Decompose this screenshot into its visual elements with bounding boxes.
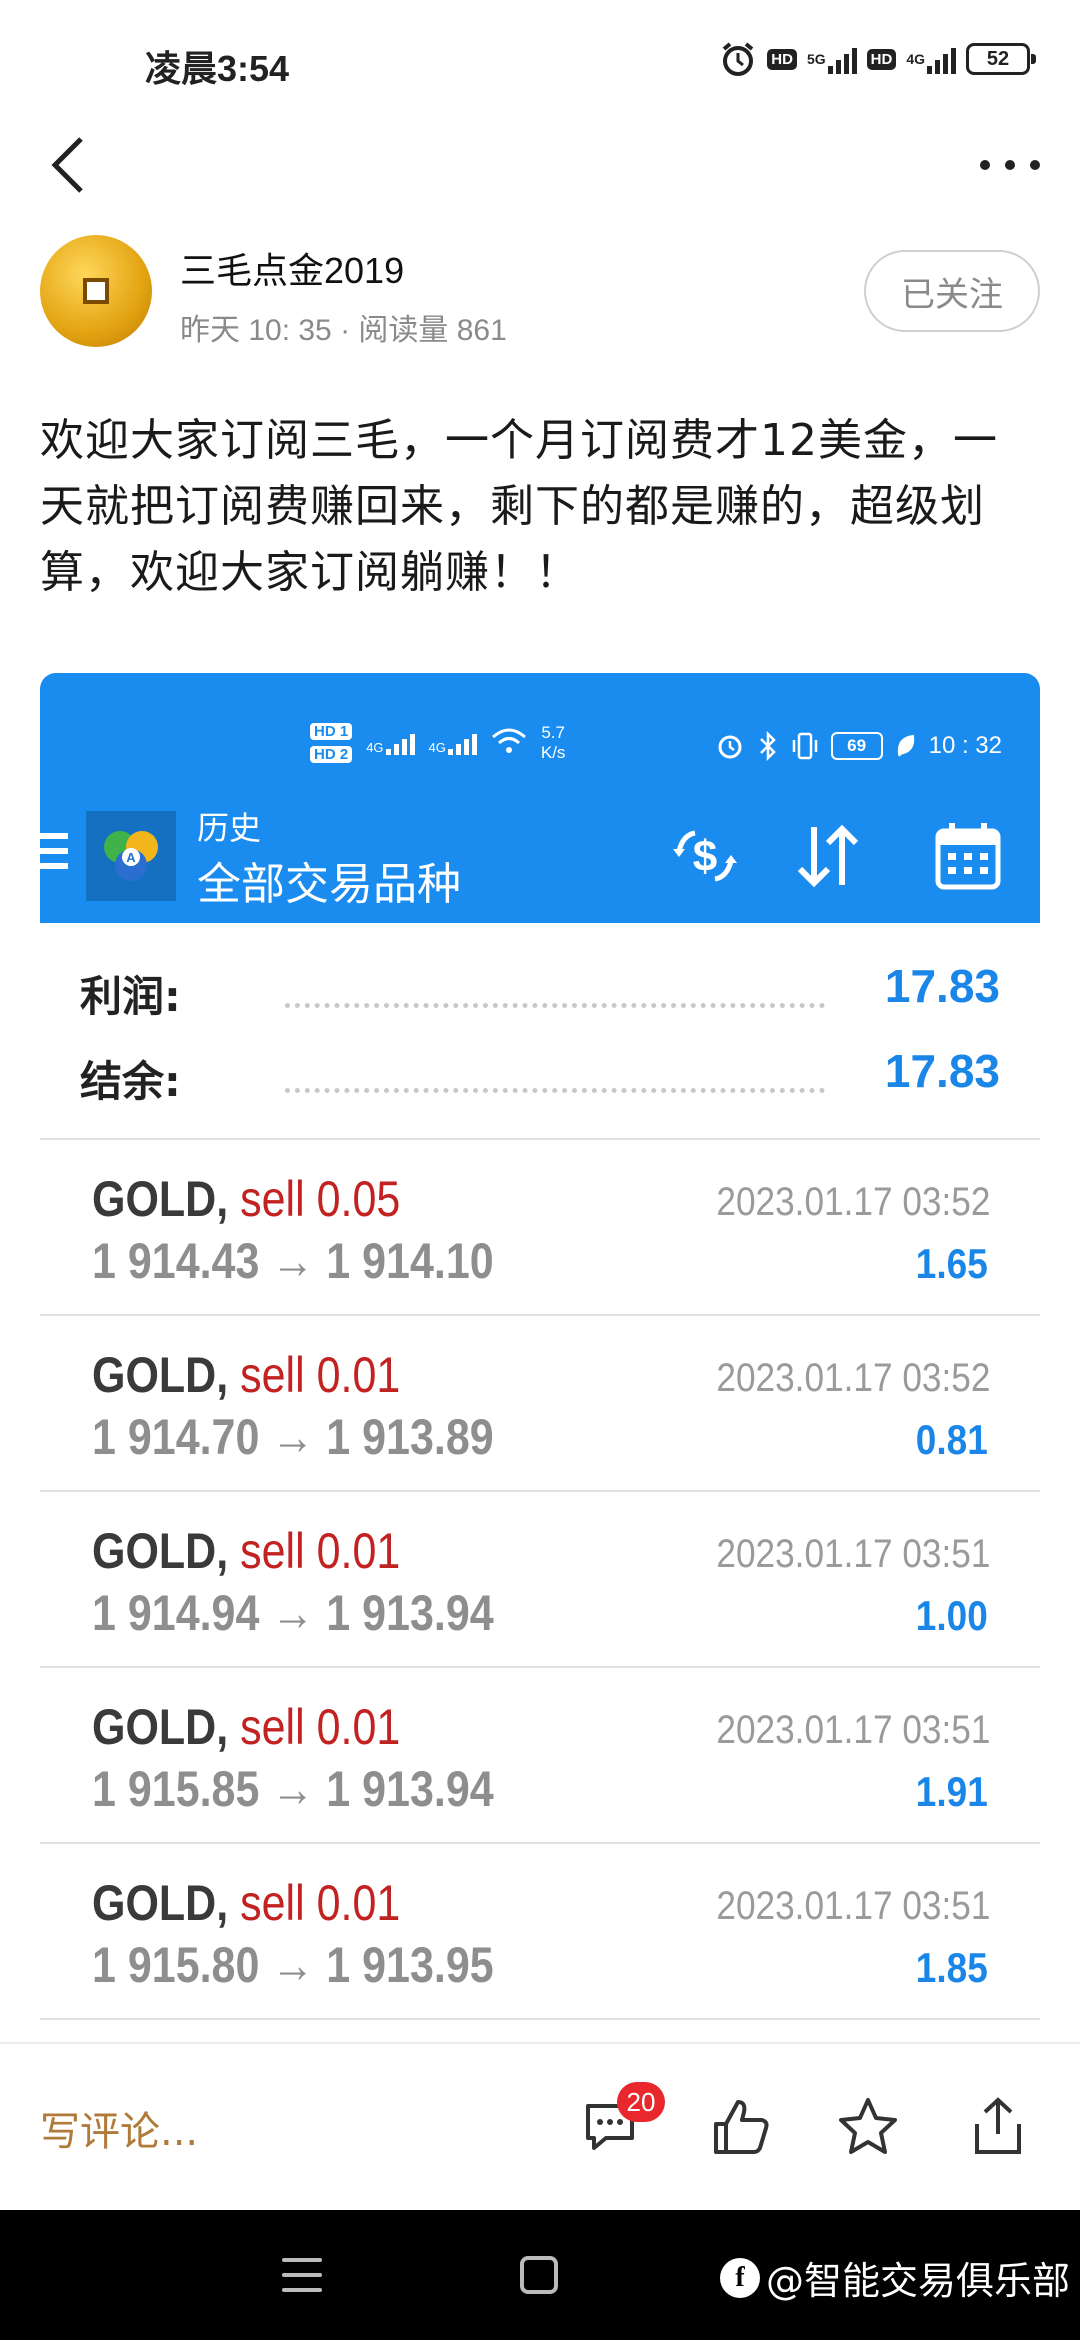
trade-row[interactable]: GOLD, sell 0.01 1 914.70 → 1 913.89 2023… <box>40 1314 1040 1490</box>
alarm-icon <box>719 40 757 78</box>
trade-prices: 1 914.43 → 1 914.10 <box>92 1233 494 1289</box>
hd-icon-2: HD <box>866 48 897 70</box>
status-bar: 凌晨3:54 HD 5G HD 4G 52 <box>0 0 1080 125</box>
summary-label: 结余: <box>80 1057 181 1106</box>
post-text: 欢迎大家订阅三毛，一个月订阅费才12美金，一天就把订阅费赚回来，剩下的都是赚的，… <box>40 415 998 598</box>
trade-row[interactable]: GOLD, sell 0.01 1 914.94 → 1 913.94 2023… <box>40 1490 1040 1666</box>
mt-subtitle: 历史 <box>197 809 262 847</box>
trade-prices: 1 915.85 → 1 913.94 <box>92 1761 494 1817</box>
hamburger-menu-icon[interactable] <box>40 833 68 869</box>
follow-button[interactable]: 已关注 <box>864 250 1040 332</box>
trade-profit: 1.65 <box>916 1240 988 1287</box>
embedded-status-right: 69 10 : 32 <box>715 731 1002 761</box>
post-meta: 昨天 10: 35 · 阅读量 861 <box>180 314 507 347</box>
calendar-icon[interactable] <box>930 821 1010 891</box>
star-icon[interactable] <box>835 2094 901 2160</box>
svg-text:A: A <box>126 850 136 865</box>
trade-symbol: GOLD, sell 0.01 <box>92 1523 401 1579</box>
dotted-leader <box>285 1088 825 1093</box>
trade-row <box>40 2018 1040 2040</box>
bluetooth-icon <box>759 731 776 761</box>
metatrader-logo-icon: A <box>86 811 176 901</box>
trade-prices: 1 914.94 → 1 913.94 <box>92 1585 494 1641</box>
summary-label: 利润: <box>80 972 181 1021</box>
signal-5g-icon: 5G <box>807 44 857 74</box>
embedded-time: 10 : 32 <box>928 732 1002 759</box>
share-icon[interactable] <box>965 2094 1031 2160</box>
watermark-text: @智能交易俱乐部 <box>765 2259 1070 2303</box>
vibrate-icon <box>792 732 817 760</box>
summary-value: 17.83 <box>884 960 1000 1012</box>
watermark: f @智能交易俱乐部 <box>719 2250 1070 2305</box>
comment-input[interactable]: 写评论... <box>40 2099 198 2157</box>
trade-profit: 1.00 <box>916 1592 988 1639</box>
author-name[interactable]: 三毛点金2019 <box>180 242 404 294</box>
trade-time: 2023.01.17 03:51 <box>715 1708 990 1752</box>
battery-icon: 52 <box>966 43 1036 75</box>
trade-symbol: GOLD, sell 0.05 <box>92 1171 401 1227</box>
system-nav-bar: f @智能交易俱乐部 <box>0 2210 1080 2340</box>
trade-side: sell 0.01 <box>240 1875 401 1931</box>
hd2-icon: HD 2 <box>310 746 353 763</box>
trade-symbol: GOLD, sell 0.01 <box>92 1347 401 1403</box>
more-button[interactable] <box>980 150 1040 180</box>
currency-exchange-icon[interactable]: $ <box>665 821 745 891</box>
summary-balance-row: 结余: 17.83 <box>40 1045 1040 1118</box>
summary-profit-row: 利润: 17.83 <box>40 960 1040 1033</box>
comment-bar: 写评论... 20 <box>0 2042 1080 2210</box>
back-button[interactable] <box>45 135 95 195</box>
trade-row[interactable]: GOLD, sell 0.05 1 914.43 → 1 914.10 2023… <box>40 1138 1040 1314</box>
signal-4g-icon: 4G <box>906 44 956 74</box>
wifi-icon <box>491 727 527 760</box>
coin-icon <box>83 278 109 304</box>
battery-icon: 69 <box>830 732 883 760</box>
trade-side: sell 0.05 <box>240 1171 401 1227</box>
leaf-icon <box>897 734 914 757</box>
like-icon[interactable] <box>708 2094 774 2160</box>
signal-icon-2: 4G <box>429 731 477 755</box>
status-icons: HD 5G HD 4G 52 <box>719 40 1036 78</box>
trade-time: 2023.01.17 03:52 <box>715 1356 990 1400</box>
trade-side: sell 0.01 <box>240 1347 401 1403</box>
chevron-left-icon <box>51 137 83 193</box>
trade-side: sell 0.01 <box>240 1699 401 1755</box>
trade-side: sell 0.01 <box>240 1523 401 1579</box>
sort-icon[interactable] <box>788 821 868 891</box>
avatar[interactable] <box>40 235 152 347</box>
trade-prices: 1 915.80 → 1 913.95 <box>92 1937 494 1993</box>
recent-apps-icon[interactable] <box>282 2258 322 2292</box>
svg-text:$: $ <box>693 832 717 881</box>
more-dot-icon <box>1005 160 1015 170</box>
embedded-status-left: HD 1 HD 2 4G 4G 5.7 K/s <box>310 723 565 763</box>
mt-title: 全部交易品种 <box>197 859 461 910</box>
trade-prices: 1 914.70 → 1 913.89 <box>92 1409 494 1465</box>
hd1-icon: HD 1 <box>310 723 353 740</box>
home-icon[interactable] <box>520 2256 558 2294</box>
trade-profit: 1.85 <box>916 1944 988 1991</box>
summary-value: 17.83 <box>884 1045 1000 1097</box>
more-dot-icon <box>1030 160 1040 170</box>
comment-count-badge: 20 <box>617 2082 665 2122</box>
trade-time: 2023.01.17 03:51 <box>715 1532 990 1576</box>
net-speed: 5.7 K/s <box>540 723 566 762</box>
dotted-leader <box>285 1003 825 1008</box>
mt-header: HD 1 HD 2 4G 4G 5.7 K/s 69 10: 32 A 历史 … <box>40 673 1040 923</box>
trade-time: 2023.01.17 03:51 <box>715 1884 990 1928</box>
watermark-logo-icon: f <box>719 2257 760 2298</box>
trade-symbol: GOLD, sell 0.01 <box>92 1875 401 1931</box>
more-dot-icon <box>980 160 990 170</box>
signal-icon: 4G <box>366 731 415 755</box>
trade-profit: 1.91 <box>916 1768 988 1815</box>
trade-list: GOLD, sell 0.05 1 914.43 → 1 914.10 2023… <box>40 1138 1040 2040</box>
trade-profit: 0.81 <box>916 1416 988 1463</box>
status-time: 凌晨3:54 <box>145 48 290 89</box>
trade-row[interactable]: GOLD, sell 0.01 1 915.85 → 1 913.94 2023… <box>40 1666 1040 1842</box>
trade-row[interactable]: GOLD, sell 0.01 1 915.80 → 1 913.95 2023… <box>40 1842 1040 2018</box>
embedded-screenshot[interactable]: HD 1 HD 2 4G 4G 5.7 K/s 69 10: 32 A 历史 … <box>40 673 1040 2040</box>
hd-icon: HD <box>767 48 797 70</box>
trade-time: 2023.01.17 03:52 <box>715 1180 990 1224</box>
alarm-icon <box>718 735 742 759</box>
trade-symbol: GOLD, sell 0.01 <box>92 1699 401 1755</box>
